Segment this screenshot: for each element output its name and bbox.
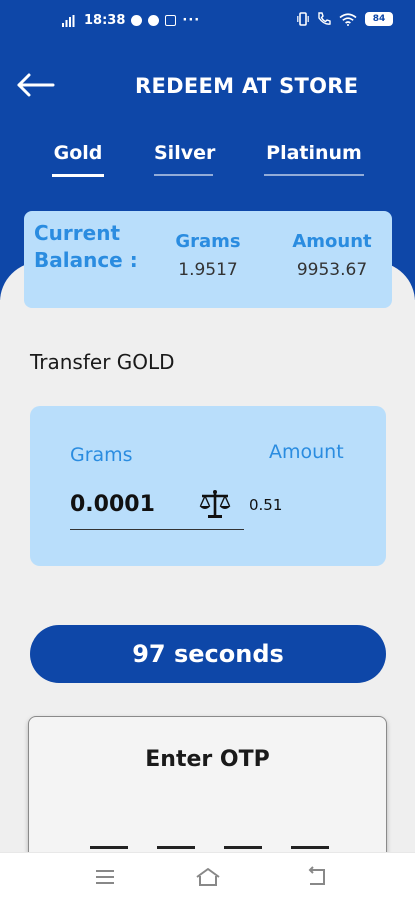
amount-label: Amount — [269, 441, 344, 463]
status-time: 18:38 — [84, 13, 126, 28]
otp-digit-1[interactable] — [90, 825, 128, 849]
balance-grams-value: 1.9517 — [178, 260, 238, 280]
notification-icon — [148, 15, 160, 26]
system-nav-bar — [0, 852, 415, 900]
tab-platinum[interactable]: Platinum — [264, 142, 364, 176]
app-header: REDEEM AT STORE — [0, 60, 415, 112]
metal-tabs: Gold Silver Platinum — [0, 142, 415, 184]
tab-silver[interactable]: Silver — [154, 142, 215, 176]
scale-icon[interactable] — [198, 488, 232, 520]
otp-digit-2[interactable] — [157, 825, 195, 849]
tab-gold[interactable]: Gold — [52, 142, 104, 177]
status-bar: 18:38 ··· 84 — [0, 0, 415, 40]
grams-input[interactable] — [70, 484, 200, 524]
call-icon — [318, 12, 331, 25]
balance-card: Current Balance : Grams 1.9517 Amount 99… — [24, 211, 392, 308]
page-title: REDEEM AT STORE — [135, 74, 359, 98]
grams-label: Grams — [70, 444, 133, 466]
notification-icon — [131, 15, 143, 26]
signal-icon — [62, 14, 75, 27]
amount-value: 0.51 — [249, 496, 283, 514]
more-notifications-icon: ··· — [182, 13, 201, 28]
balance-amount: Amount 9953.67 — [282, 231, 382, 280]
back-arrow-icon[interactable] — [16, 72, 56, 98]
otp-digit-3[interactable] — [224, 825, 262, 849]
message-icon — [165, 15, 177, 26]
balance-amount-header: Amount — [292, 231, 372, 252]
transfer-title: Transfer GOLD — [30, 350, 175, 374]
otp-title: Enter OTP — [145, 747, 270, 772]
otp-digit-4[interactable] — [291, 825, 329, 849]
vibrate-icon — [297, 12, 309, 26]
battery-icon: 84 — [365, 12, 393, 26]
back-icon[interactable] — [304, 865, 330, 889]
balance-grams: Grams 1.9517 — [170, 231, 246, 280]
balance-amount-value: 9953.67 — [296, 260, 368, 280]
status-left: 18:38 ··· — [62, 13, 200, 28]
transfer-card: Grams Amount 0.51 — [30, 406, 386, 566]
menu-icon[interactable] — [92, 865, 118, 889]
balance-label: Current Balance : — [34, 221, 138, 272]
balance-grams-header: Grams — [175, 231, 241, 252]
status-right: 84 — [297, 12, 393, 26]
wifi-icon — [339, 12, 357, 26]
otp-timer-button[interactable]: 97 seconds — [30, 625, 386, 683]
home-icon[interactable] — [195, 865, 221, 889]
